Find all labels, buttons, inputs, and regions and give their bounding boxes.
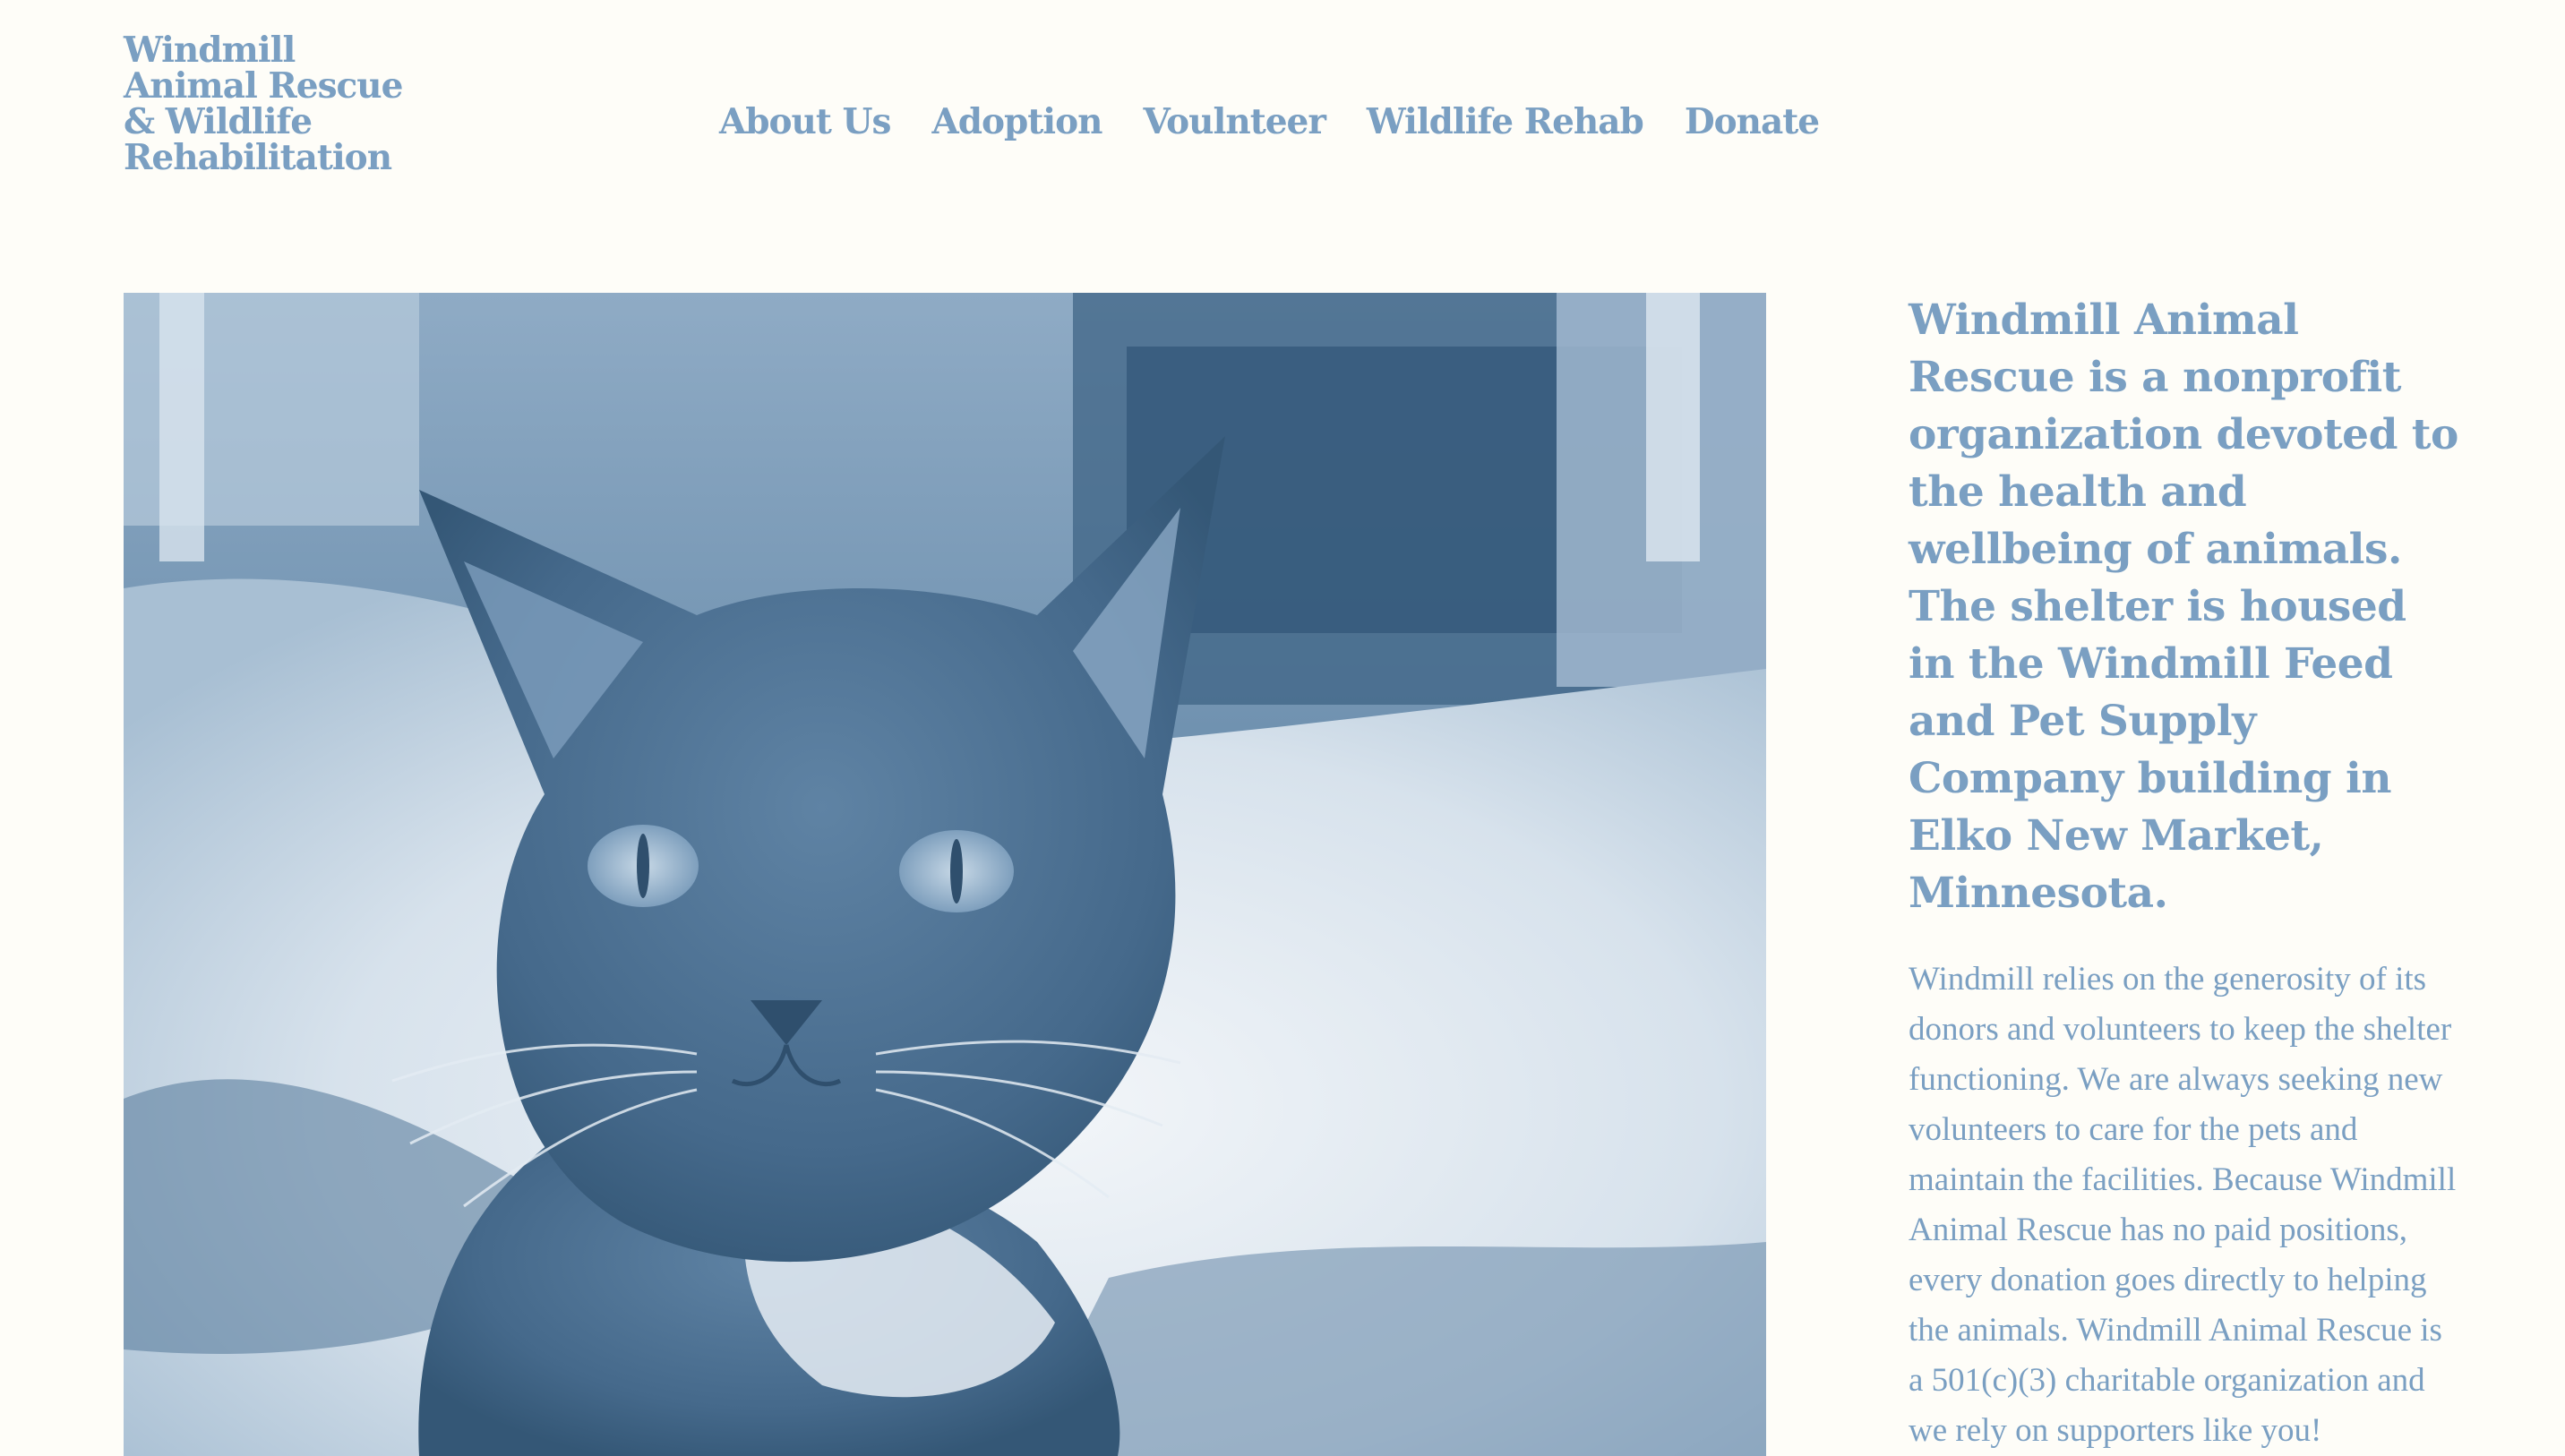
site-title-line: & Wildlife: [124, 101, 313, 142]
intro-heading: Windmill Animal Rescue is a nonprofit or…: [1909, 295, 2458, 918]
main-nav: About Us Adoption Voulnteer Wildlife Reh…: [719, 97, 1820, 147]
site-title[interactable]: Windmill Animal Rescue & Wildlife Rehabi…: [124, 32, 428, 176]
nav-adoption[interactable]: Adoption: [931, 101, 1102, 142]
site-title-line: Animal Rescue: [124, 65, 403, 107]
nav-volunteer[interactable]: Voulnteer: [1143, 101, 1325, 142]
hero-kitten-photo: [124, 293, 1766, 1456]
nav-donate[interactable]: Donate: [1685, 101, 1820, 142]
nav-wildlife-rehab[interactable]: Wildlife Rehab: [1367, 101, 1644, 142]
kitten-illustration: [124, 293, 1766, 1456]
nav-about-us[interactable]: About Us: [719, 101, 891, 142]
intro-section: Windmill Animal Rescue is a nonprofit or…: [1909, 292, 2464, 1456]
intro-body: Windmill relies on the generosity of its…: [1909, 961, 2457, 1449]
site-title-line: Windmill: [124, 30, 296, 71]
site-title-line: Rehabilitation: [124, 137, 392, 178]
